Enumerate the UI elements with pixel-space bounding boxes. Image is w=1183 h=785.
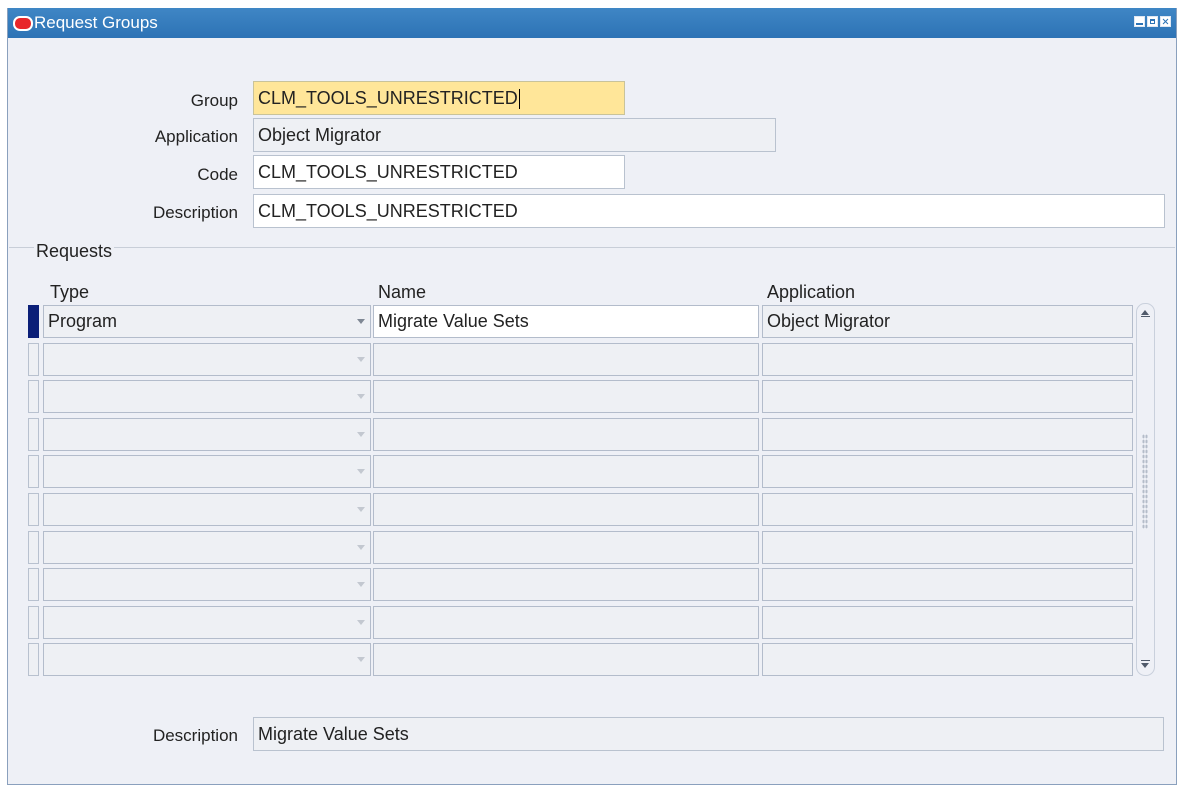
column-header-name: Name xyxy=(378,282,427,302)
application-cell[interactable] xyxy=(762,380,1133,413)
name-field[interactable] xyxy=(373,606,759,639)
maximize-icon[interactable] xyxy=(1147,16,1158,27)
chevron-down-icon[interactable] xyxy=(357,657,365,662)
chevron-down-icon[interactable] xyxy=(357,507,365,512)
chevron-down-icon[interactable] xyxy=(357,432,365,437)
type-select[interactable] xyxy=(43,531,371,564)
column-header-type: Type xyxy=(50,282,90,302)
close-icon[interactable] xyxy=(1160,16,1171,27)
application-label: Application xyxy=(154,127,238,146)
type-select[interactable] xyxy=(43,455,371,488)
vertical-scrollbar[interactable] xyxy=(1136,303,1155,676)
text-caret xyxy=(518,89,520,110)
row-indicator[interactable] xyxy=(28,643,39,676)
row-indicator[interactable] xyxy=(28,531,39,564)
name-field[interactable] xyxy=(373,455,759,488)
application-cell[interactable] xyxy=(762,455,1133,488)
application-cell[interactable] xyxy=(762,606,1133,639)
type-select[interactable] xyxy=(43,418,371,451)
row-indicator[interactable] xyxy=(28,305,39,338)
group-input[interactable]: CLM_TOOLS_UNRESTRICTED xyxy=(253,81,625,115)
type-select[interactable] xyxy=(43,606,371,639)
description-label: Description xyxy=(152,203,238,222)
request-groups-window: Request Groups Group CLM_TOOLS_UNRESTRIC… xyxy=(7,8,1177,785)
code-label: Code xyxy=(197,165,238,184)
name-field[interactable] xyxy=(373,568,759,601)
chevron-down-icon[interactable] xyxy=(357,469,365,474)
scroll-down-icon[interactable] xyxy=(1141,659,1150,669)
row-indicator[interactable] xyxy=(28,455,39,488)
oracle-logo-icon xyxy=(13,16,33,31)
name-field[interactable] xyxy=(373,380,759,413)
type-select[interactable] xyxy=(43,493,371,526)
name-field[interactable] xyxy=(373,343,759,376)
name-field[interactable] xyxy=(373,418,759,451)
type-value: Program xyxy=(48,311,118,331)
scroll-up-icon[interactable] xyxy=(1141,310,1150,320)
type-select[interactable]: Program xyxy=(43,305,371,338)
requests-section-title: Requests xyxy=(34,241,115,262)
row-indicator[interactable] xyxy=(28,568,39,601)
title-bar: Request Groups xyxy=(8,8,1176,38)
application-cell[interactable]: Object Migrator xyxy=(762,305,1133,338)
chevron-down-icon[interactable] xyxy=(357,357,365,362)
type-select[interactable] xyxy=(43,643,371,676)
request-description-label: Description xyxy=(152,726,238,745)
application-cell[interactable] xyxy=(762,568,1133,601)
chevron-down-icon[interactable] xyxy=(357,394,365,399)
name-field[interactable]: Migrate Value Sets xyxy=(373,305,759,338)
section-divider xyxy=(9,247,1175,248)
application-cell[interactable] xyxy=(762,531,1133,564)
type-select[interactable] xyxy=(43,568,371,601)
window-title: Request Groups xyxy=(34,13,158,32)
row-indicator[interactable] xyxy=(28,418,39,451)
row-indicator[interactable] xyxy=(28,343,39,376)
row-indicator[interactable] xyxy=(28,493,39,526)
group-value: CLM_TOOLS_UNRESTRICTED xyxy=(258,88,518,108)
scroll-grip[interactable] xyxy=(1142,434,1148,529)
name-field[interactable] xyxy=(373,493,759,526)
chevron-down-icon[interactable] xyxy=(357,620,365,625)
chevron-down-icon[interactable] xyxy=(357,319,365,324)
minimize-icon[interactable] xyxy=(1134,16,1145,27)
name-field[interactable] xyxy=(373,643,759,676)
group-label: Group xyxy=(190,91,238,110)
description-input[interactable]: CLM_TOOLS_UNRESTRICTED xyxy=(253,194,1165,228)
chevron-down-icon[interactable] xyxy=(357,545,365,550)
row-indicator[interactable] xyxy=(28,380,39,413)
name-field[interactable] xyxy=(373,531,759,564)
row-indicator[interactable] xyxy=(28,606,39,639)
type-select[interactable] xyxy=(43,343,371,376)
chevron-down-icon[interactable] xyxy=(357,582,365,587)
application-field[interactable]: Object Migrator xyxy=(253,118,776,152)
request-description-field[interactable]: Migrate Value Sets xyxy=(253,717,1164,751)
application-cell[interactable] xyxy=(762,493,1133,526)
column-header-application: Application xyxy=(767,282,856,302)
application-cell[interactable] xyxy=(762,343,1133,376)
application-cell[interactable] xyxy=(762,643,1133,676)
code-input[interactable]: CLM_TOOLS_UNRESTRICTED xyxy=(253,155,625,189)
type-select[interactable] xyxy=(43,380,371,413)
application-cell[interactable] xyxy=(762,418,1133,451)
